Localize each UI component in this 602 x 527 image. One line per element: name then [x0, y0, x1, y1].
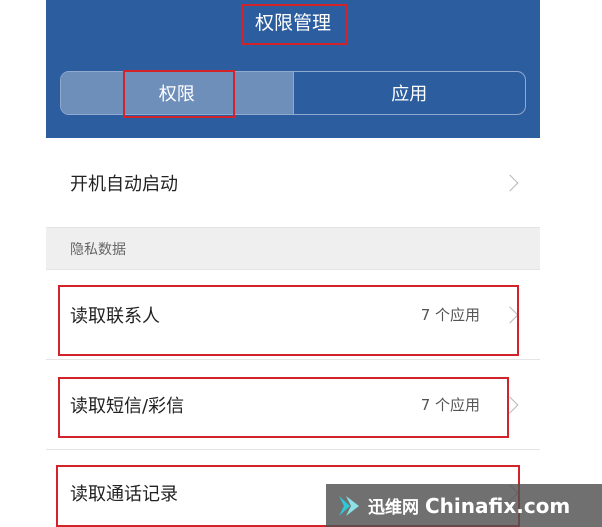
chevron-right-icon: [501, 396, 519, 413]
watermark-brand: 迅维网: [368, 498, 419, 518]
list-item-read-sms[interactable]: 读取短信/彩信 7 个应用: [46, 360, 540, 450]
segmented-tabs: 权限 应用: [60, 71, 526, 115]
tab-permissions[interactable]: 权限: [61, 72, 293, 114]
autostart-label: 开机自动启动: [70, 173, 178, 195]
read-contacts-count: 7 个应用: [420, 306, 480, 324]
chevron-right-icon: [501, 306, 519, 323]
list-item-read-contacts[interactable]: 读取联系人 7 个应用: [46, 270, 540, 360]
brand-logo-icon: [339, 495, 359, 516]
watermark-site: Chinafix.com: [425, 493, 571, 518]
section-header-privacy: 隐私数据: [46, 228, 540, 270]
read-call-log-label: 读取通话记录: [70, 484, 178, 505]
read-sms-count: 7 个应用: [420, 396, 480, 414]
read-sms-label: 读取短信/彩信: [70, 395, 185, 417]
tab-apps[interactable]: 应用: [292, 72, 526, 114]
permission-manager-screen: 权限管理 权限 应用 开机自动启动 隐私数据 读取联系人 7 个应用 读取短信/…: [46, 0, 540, 527]
privacy-section-label: 隐私数据: [70, 241, 126, 258]
watermark: 迅维网 Chinafix.com: [326, 484, 602, 527]
list-item-autostart[interactable]: 开机自动启动: [46, 138, 540, 228]
header-bar: 权限管理 权限 应用: [46, 0, 540, 138]
chevron-right-icon: [501, 174, 519, 191]
read-contacts-label: 读取联系人: [70, 305, 160, 327]
page-title: 权限管理: [254, 12, 331, 34]
